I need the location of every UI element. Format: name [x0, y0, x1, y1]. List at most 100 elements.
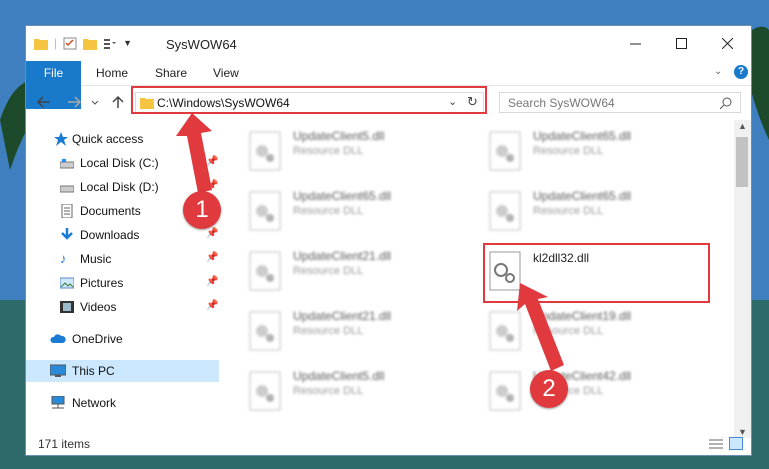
file-item[interactable]: UpdateClient21.dll Resource DLL — [248, 309, 468, 357]
large-icons-view-icon[interactable] — [729, 437, 743, 450]
dll-file-icon — [489, 311, 521, 351]
file-name: UpdateClient19.dll — [533, 309, 632, 323]
dll-file-icon — [249, 311, 281, 351]
properties-icon[interactable] — [63, 37, 77, 50]
address-highlight-box — [131, 86, 487, 114]
window-title: SysWOW64 — [166, 37, 237, 52]
pictures-icon — [60, 277, 74, 289]
new-folder-icon[interactable] — [83, 37, 98, 50]
file-name: UpdateClient5.dll — [293, 369, 385, 383]
file-name: UpdateClient5.dll — [293, 129, 385, 143]
maximize-icon — [675, 37, 687, 49]
nav-label: This PC — [72, 364, 115, 378]
scroll-down-icon[interactable]: ▼ — [738, 427, 747, 437]
tab-view[interactable]: View — [213, 61, 239, 85]
minimize-icon — [629, 43, 641, 44]
maximize-button[interactable] — [658, 26, 704, 60]
search-box[interactable]: Search SysWOW64 — [499, 92, 741, 113]
file-type: Resource DLL — [533, 145, 604, 157]
minimize-button[interactable] — [612, 26, 658, 60]
recent-locations-icon[interactable] — [90, 94, 100, 110]
pc-icon — [50, 364, 66, 377]
file-type: Resource DLL — [293, 325, 364, 337]
help-icon[interactable]: ? — [734, 65, 748, 79]
dll-file-icon — [249, 251, 281, 291]
up-arrow-icon[interactable] — [110, 94, 126, 110]
nav-item-network[interactable]: Network — [26, 392, 219, 414]
file-type: Resource DLL — [293, 205, 364, 217]
quick-access-toolbar: | ▼ — [34, 36, 132, 50]
drive-icon — [60, 159, 74, 169]
nav-label: Downloads — [80, 228, 140, 242]
file-highlight-box — [483, 243, 710, 303]
folder-icon[interactable] — [34, 37, 48, 50]
music-icon: ♪ — [60, 251, 67, 266]
file-type: Resource DLL — [533, 325, 604, 337]
nav-label: Network — [72, 396, 117, 410]
file-type: Resource DLL — [293, 145, 364, 157]
nav-item-local-disk-c[interactable]: Local Disk (C:) 📌 — [26, 152, 219, 174]
pin-icon[interactable]: 📌 — [206, 228, 218, 239]
pin-icon[interactable]: 📌 — [206, 300, 218, 311]
search-input[interactable]: Search SysWOW64 — [508, 96, 615, 110]
file-item[interactable]: UpdateClient21.dll Resource DLL — [248, 249, 468, 297]
navigation-pane: Quick access Local Disk (C:) 📌 Local Dis… — [26, 126, 219, 426]
customize-toolbar-icon[interactable] — [103, 37, 117, 50]
nav-item-onedrive[interactable]: OneDrive — [26, 328, 219, 350]
file-type: Resource DLL — [533, 205, 604, 217]
drive-icon — [60, 185, 74, 193]
nav-label: Local Disk (C:) — [80, 156, 159, 170]
details-view-icon[interactable] — [709, 438, 723, 450]
nav-item-downloads[interactable]: Downloads 📌 — [26, 224, 219, 246]
tab-home[interactable]: Home — [96, 61, 128, 85]
nav-item-videos[interactable]: Videos 📌 — [26, 296, 219, 318]
file-item[interactable]: UpdateClient65.dll Resource DLL — [248, 189, 468, 237]
dll-file-icon — [249, 371, 281, 411]
tab-share[interactable]: Share — [155, 61, 187, 85]
file-item[interactable]: UpdateClient5.dll Resource DLL — [248, 129, 468, 177]
file-item[interactable]: UpdateClient65.dll Resource DLL — [488, 189, 708, 237]
file-name: UpdateClient65.dll — [533, 189, 632, 203]
pin-icon[interactable]: 📌 — [206, 180, 218, 191]
scroll-up-icon[interactable]: ▲ — [738, 121, 747, 131]
nav-label: Quick access — [72, 132, 144, 146]
scrollbar-thumb[interactable] — [736, 137, 748, 187]
nav-item-pictures[interactable]: Pictures 📌 — [26, 272, 219, 294]
nav-label: Music — [80, 252, 112, 266]
search-icon[interactable] — [720, 97, 732, 109]
status-item-count: 171 items — [38, 437, 91, 451]
dll-file-icon — [489, 191, 521, 231]
nav-item-this-pc[interactable]: This PC — [26, 360, 219, 382]
close-button[interactable] — [704, 26, 750, 60]
file-item[interactable]: UpdateClient19.dll Resource DLL — [488, 309, 708, 357]
dll-file-icon — [249, 191, 281, 231]
expand-ribbon-icon[interactable]: ⌄ — [714, 66, 722, 77]
file-item[interactable]: UpdateClient42.dll Resource DLL — [488, 369, 708, 417]
dll-file-icon — [249, 131, 281, 171]
file-name: UpdateClient21.dll — [293, 249, 392, 263]
star-icon — [54, 132, 68, 146]
vertical-scrollbar[interactable]: ▲ ▼ — [734, 120, 751, 438]
file-name: UpdateClient65.dll — [293, 189, 392, 203]
nav-item-quick-access[interactable]: Quick access — [26, 128, 219, 150]
nav-item-music[interactable]: ♪ Music 📌 — [26, 248, 219, 270]
forward-arrow-icon[interactable] — [66, 94, 82, 110]
pin-icon[interactable]: 📌 — [206, 156, 218, 167]
file-item[interactable]: UpdateClient5.dll Resource DLL — [248, 369, 468, 417]
file-type: Resource DLL — [293, 385, 364, 397]
pin-icon[interactable]: 📌 — [206, 276, 218, 287]
pin-icon[interactable]: 📌 — [206, 252, 218, 263]
close-icon — [721, 37, 733, 49]
file-name: UpdateClient65.dll — [533, 129, 632, 143]
ribbon-tabs: File Home Share View ⌄ ? — [26, 61, 751, 109]
toolbar-dropdown-icon[interactable]: ▼ — [123, 38, 132, 48]
file-item[interactable]: UpdateClient65.dll Resource DLL — [488, 129, 708, 177]
step-2-badge: 2 — [530, 370, 568, 408]
nav-label: Documents — [80, 204, 141, 218]
back-arrow-icon[interactable] — [36, 94, 52, 110]
download-icon — [61, 228, 73, 240]
cloud-icon — [50, 334, 66, 343]
dll-file-icon — [489, 131, 521, 171]
nav-label: OneDrive — [72, 332, 123, 346]
title-bar: | ▼ SysWOW64 — [26, 26, 751, 61]
